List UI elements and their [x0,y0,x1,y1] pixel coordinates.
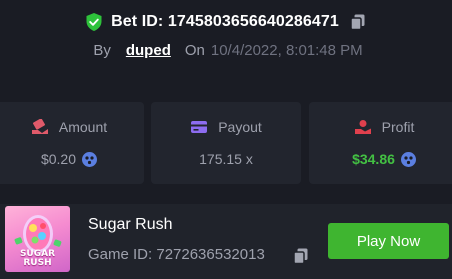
stats-row: Amount $0.20 Payout 175.15 x Profit $34.… [0,102,452,184]
stat-label-profit: Profit [381,119,415,135]
bet-meta: By duped On 10/4/2022, 8:01:48 PM [0,39,452,61]
stat-label-amount: Amount [58,119,108,135]
play-now-button[interactable]: Play Now [328,223,449,259]
stat-value-profit: $34.86 [352,151,395,167]
stat-card-amount: Amount $0.20 [0,102,144,184]
thumbnail-title: SUGAR RUSH [19,249,56,268]
shield-check-icon [86,13,102,31]
stat-value-payout: 175.15 x [199,151,253,167]
on-label: On [184,41,205,59]
game-row: SUGAR RUSH Sugar Rush Game ID: 727263653… [0,204,452,279]
crypto-coin-icon [400,151,416,167]
game-thumbnail[interactable]: SUGAR RUSH [5,206,70,272]
copy-bet-id-icon[interactable] [349,13,367,31]
stat-value-amount: $0.20 [40,151,77,167]
game-id: Game ID: 7272636532013 [88,246,265,263]
copy-game-id-icon[interactable] [292,247,310,265]
username-link[interactable]: duped [126,42,171,59]
crypto-coin-icon [82,151,98,167]
stat-card-profit: Profit $34.86 [309,102,452,184]
money-icon [31,119,48,134]
by-label: By [93,41,111,59]
game-name[interactable]: Sugar Rush [88,216,173,234]
card-icon [191,121,208,133]
bet-id: Bet ID: 1745803656640286471 [111,13,339,30]
profit-icon [354,120,371,134]
bet-header: Bet ID: 1745803656640286471 [0,10,452,34]
stat-label-payout: Payout [218,119,262,135]
stat-card-payout: Payout 175.15 x [151,102,301,184]
bet-date: 10/4/2022, 8:01:48 PM [210,41,363,59]
